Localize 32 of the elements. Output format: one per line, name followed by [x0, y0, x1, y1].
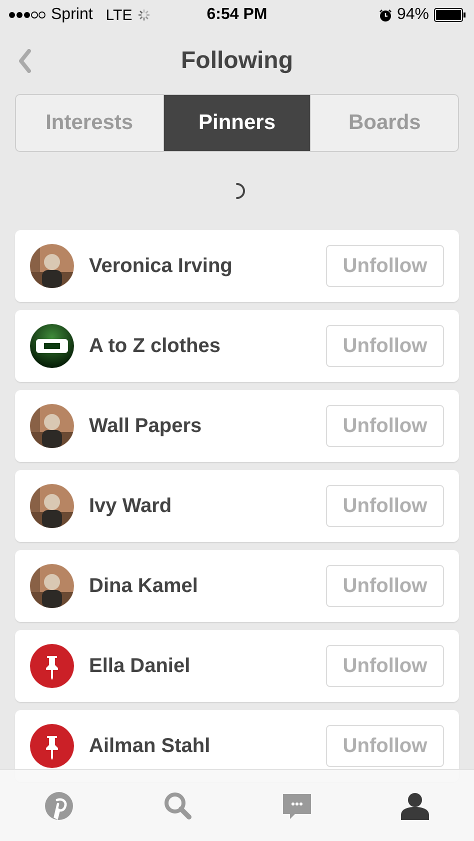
- pinner-name[interactable]: Veronica Irving: [89, 254, 326, 278]
- back-icon[interactable]: [18, 49, 32, 73]
- signal-icon: [8, 10, 46, 20]
- network-label: LTE: [106, 6, 132, 24]
- unfollow-button[interactable]: Unfollow: [326, 485, 444, 527]
- tab[interactable]: Interests: [16, 95, 163, 151]
- unfollow-button[interactable]: Unfollow: [326, 405, 444, 447]
- loading-icon: [236, 183, 246, 199]
- search-icon[interactable]: [162, 790, 193, 820]
- carrier-label: Sprint: [51, 6, 93, 24]
- unfollow-button[interactable]: Unfollow: [326, 645, 444, 687]
- unfollow-button[interactable]: Unfollow: [326, 245, 444, 287]
- tab[interactable]: Pinners: [162, 95, 310, 151]
- unfollow-button[interactable]: Unfollow: [326, 325, 444, 367]
- pinner-name[interactable]: Wall Papers: [89, 414, 326, 438]
- battery-icon: [434, 8, 466, 22]
- activity-icon: [137, 8, 152, 22]
- pinner-name[interactable]: Ivy Ward: [89, 494, 326, 518]
- pinner-name[interactable]: Ailman Stahl: [89, 734, 326, 758]
- unfollow-button[interactable]: Unfollow: [326, 565, 444, 607]
- tab[interactable]: Boards: [310, 95, 458, 151]
- battery-percent: 94%: [396, 6, 429, 24]
- pinterest-icon[interactable]: [44, 790, 74, 820]
- pinner-name[interactable]: Ella Daniel: [89, 654, 326, 678]
- pinner-name[interactable]: Dina Kamel: [89, 574, 326, 598]
- screen-title: Following: [181, 47, 293, 75]
- person-icon[interactable]: [400, 790, 430, 820]
- alarm-icon: [378, 8, 392, 22]
- pin-icon: [30, 644, 74, 688]
- pinner-name[interactable]: A to Z clothes: [89, 334, 326, 358]
- unfollow-button[interactable]: Unfollow: [326, 725, 444, 767]
- clock: 6:54 PM: [206, 6, 268, 24]
